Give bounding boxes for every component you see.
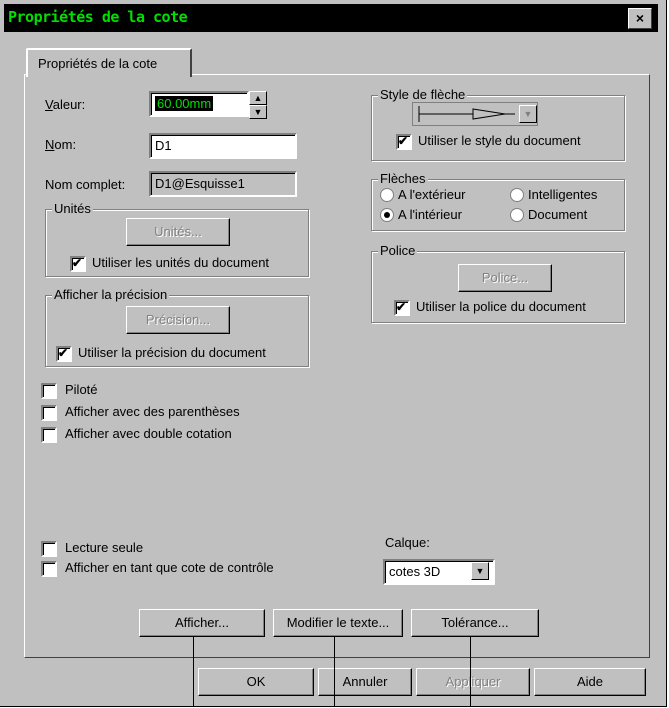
unites-group: Unités Unités... ✔ Utiliser les unités d…: [45, 201, 309, 277]
police-group: Police Police... ✔ Utiliser la police du…: [371, 243, 625, 323]
spin-up-icon[interactable]: ▲: [249, 91, 267, 105]
nom-label: Nom:: [45, 137, 77, 152]
precision-checkbox-label: Utiliser la précision du document: [78, 345, 266, 360]
style-fleche-title: Style de flèche: [378, 87, 468, 102]
radio-exterieur[interactable]: [380, 188, 394, 202]
radio-interieur-label: A l'intérieur: [398, 207, 462, 222]
check-icon: ✔: [398, 134, 409, 148]
cote-controle-label: Afficher en tant que cote de contrôle: [65, 560, 274, 575]
precision-group-title: Afficher la précision: [52, 287, 170, 302]
double-cotation-label: Afficher avec double cotation: [65, 426, 232, 441]
leader-line: [470, 636, 471, 706]
modifier-texte-button[interactable]: Modifier le texte...: [273, 609, 403, 637]
calque-value: cotes 3D: [389, 564, 441, 579]
unites-checkbox[interactable]: ✔: [70, 256, 86, 272]
fleches-title: Flèches: [378, 171, 428, 186]
calque-label: Calque:: [385, 535, 430, 550]
radio-interieur[interactable]: [380, 208, 394, 222]
style-fleche-checkbox-label: Utiliser le style du document: [418, 133, 581, 148]
style-fleche-checkbox[interactable]: ✔: [396, 134, 412, 150]
check-icon: ✔: [72, 256, 83, 270]
radio-intelligentes-label: Intelligentes: [528, 187, 598, 202]
police-checkbox[interactable]: ✔: [394, 300, 410, 316]
precision-button[interactable]: Précision...: [126, 306, 230, 334]
radio-exterieur-label: A l'extérieur: [398, 187, 466, 202]
valeur-spinner[interactable]: ▲ ▼: [249, 91, 269, 119]
radio-intelligentes[interactable]: [510, 188, 524, 202]
nom-field[interactable]: D1: [149, 133, 297, 159]
window-title: Propriétés de la cote: [8, 8, 188, 26]
tolerance-button[interactable]: Tolérance...: [411, 609, 539, 637]
parentheses-checkbox[interactable]: [41, 405, 57, 421]
radio-dot-icon: [384, 212, 390, 218]
title-bar[interactable]: Propriétés de la cote ×: [4, 4, 658, 32]
radio-document-label: Document: [528, 207, 588, 222]
precision-checkbox[interactable]: ✔: [56, 346, 72, 362]
lecture-seule-checkbox[interactable]: [41, 541, 57, 557]
valeur-value: 60.00mm: [155, 96, 214, 111]
nom-complet-field: D1@Esquisse1: [149, 171, 297, 197]
fleches-group: Flèches A l'extérieur Intelligentes A l'…: [371, 171, 625, 231]
close-button[interactable]: ×: [628, 8, 652, 29]
police-checkbox-label: Utiliser la police du document: [416, 299, 586, 314]
leader-line: [334, 636, 335, 706]
pilote-checkbox[interactable]: [41, 383, 57, 399]
check-icon: ✔: [396, 300, 407, 314]
aide-button[interactable]: Aide: [534, 668, 646, 696]
style-fleche-group: Style de flèche ▼ ✔ Utiliser le style du…: [371, 87, 625, 161]
ok-button[interactable]: OK: [198, 668, 314, 696]
precision-group: Afficher la précision Précision... ✔ Uti…: [45, 287, 309, 367]
arrow-style-combo[interactable]: ▼: [412, 102, 538, 126]
dialog-window: Propriétés de la cote × Propriétés de la…: [0, 0, 667, 707]
unites-checkbox-label: Utiliser les unités du document: [92, 255, 270, 270]
cote-controle-checkbox[interactable]: [41, 561, 57, 577]
check-icon: ✔: [58, 346, 69, 360]
spin-down-icon[interactable]: ▼: [249, 105, 267, 119]
tab-panel: Valeur: 60.00mm ▲ ▼ Nom: D1 Nom complet:…: [24, 74, 650, 658]
tab-label: Propriétés de la cote: [38, 56, 158, 71]
tab-proprietes[interactable]: Propriétés de la cote: [26, 48, 192, 77]
annuler-button[interactable]: Annuler: [318, 668, 412, 696]
dialog-button-bar: OK Annuler Appliquer Aide: [0, 664, 666, 706]
nom-complet-label: Nom complet:: [45, 177, 126, 192]
valeur-field[interactable]: 60.00mm: [149, 91, 249, 117]
radio-document[interactable]: [510, 208, 524, 222]
parentheses-label: Afficher avec des parenthèses: [65, 404, 240, 419]
calque-combo[interactable]: cotes 3D ▼: [383, 559, 495, 585]
arrow-style-icon: [418, 106, 515, 122]
pilote-label: Piloté: [65, 382, 98, 397]
unites-group-title: Unités: [52, 201, 93, 216]
unites-button[interactable]: Unités...: [126, 218, 230, 246]
double-cotation-checkbox[interactable]: [41, 427, 57, 443]
afficher-button[interactable]: Afficher...: [139, 609, 265, 637]
leader-line: [193, 636, 194, 706]
lecture-seule-label: Lecture seule: [65, 540, 144, 555]
police-button[interactable]: Police...: [458, 264, 552, 292]
police-title: Police: [378, 243, 418, 258]
chevron-down-icon[interactable]: ▼: [519, 105, 537, 123]
valeur-label: Valeur:: [45, 97, 86, 112]
chevron-down-icon[interactable]: ▼: [471, 562, 489, 580]
appliquer-button[interactable]: Appliquer: [416, 668, 530, 696]
